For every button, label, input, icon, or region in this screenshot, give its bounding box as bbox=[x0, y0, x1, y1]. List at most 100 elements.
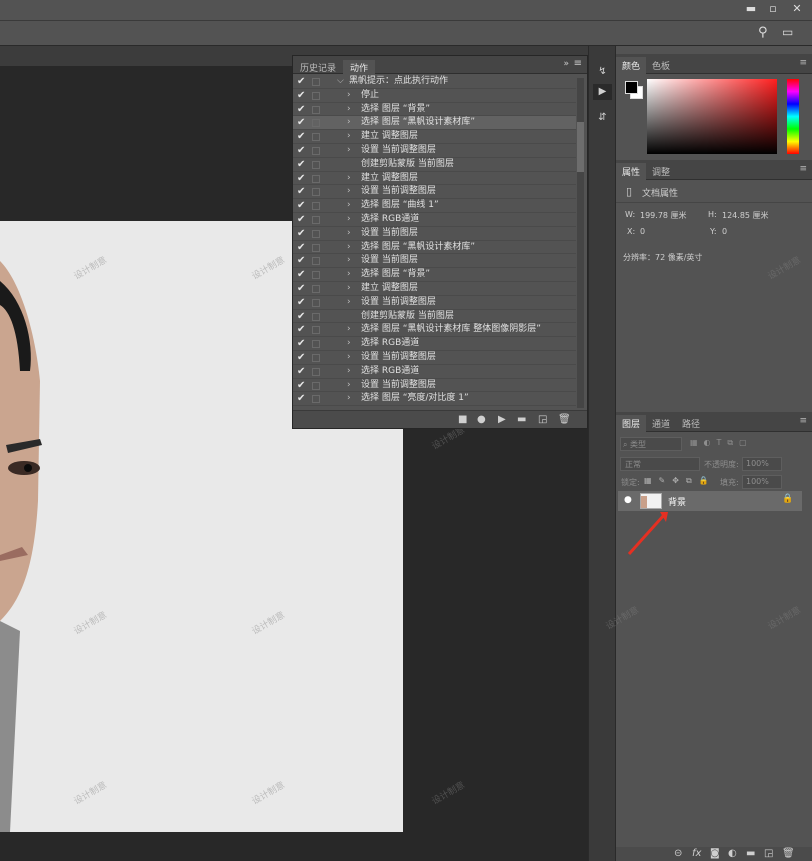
dialog-toggle[interactable] bbox=[312, 367, 320, 376]
dialog-toggle[interactable] bbox=[312, 271, 320, 280]
check-icon[interactable]: ✔ bbox=[297, 337, 305, 351]
action-step-row[interactable]: ✔ › 选择 RGB通道 bbox=[293, 337, 576, 351]
action-step-row[interactable]: ✔ 创建剪贴蒙版 当前图层 bbox=[293, 310, 576, 324]
tab-paths[interactable]: 路径 bbox=[676, 415, 706, 435]
action-step-row[interactable]: ✔ › 建立 调整图层 bbox=[293, 130, 576, 144]
height-value[interactable]: 124.85 厘米 bbox=[722, 210, 769, 221]
layer-filter-select[interactable]: ⌕ 类型 bbox=[620, 437, 682, 451]
dialog-toggle[interactable] bbox=[312, 174, 320, 183]
action-step-row[interactable]: ✔ › 设置 当前调整图层 bbox=[293, 296, 576, 310]
layer-mask-icon[interactable]: ◙ bbox=[710, 848, 720, 859]
record-icon[interactable]: ● bbox=[477, 414, 486, 425]
expand-caret-icon[interactable]: › bbox=[347, 282, 351, 296]
dialog-toggle[interactable] bbox=[312, 284, 320, 293]
dialog-toggle[interactable] bbox=[312, 257, 320, 266]
expand-caret-icon[interactable]: › bbox=[347, 254, 351, 268]
play-icon[interactable]: ▶ bbox=[498, 414, 506, 425]
new-action-icon[interactable]: ◲ bbox=[538, 414, 547, 425]
play-panel-icon[interactable]: ▶ bbox=[593, 84, 612, 100]
check-icon[interactable]: ✔ bbox=[297, 158, 305, 172]
action-step-row[interactable]: ✔ › 选择 图层 “背景” bbox=[293, 268, 576, 282]
check-icon[interactable]: ✔ bbox=[297, 199, 305, 213]
dialog-toggle[interactable] bbox=[312, 353, 320, 362]
check-icon[interactable]: ✔ bbox=[297, 89, 305, 103]
dialog-toggle[interactable] bbox=[312, 229, 320, 238]
expand-caret-icon[interactable]: ⌵ bbox=[337, 75, 344, 89]
restore-button[interactable]: ▫ bbox=[762, 2, 784, 16]
foreground-color-swatch[interactable] bbox=[625, 81, 638, 94]
check-icon[interactable]: ✔ bbox=[297, 103, 305, 117]
tab-color[interactable]: 颜色 bbox=[616, 57, 647, 77]
expand-caret-icon[interactable]: › bbox=[347, 268, 351, 282]
check-icon[interactable]: ✔ bbox=[297, 310, 305, 324]
panel-menu-icon[interactable]: ≡ bbox=[799, 416, 807, 426]
opacity-field[interactable]: 100% bbox=[742, 457, 782, 471]
check-icon[interactable]: ✔ bbox=[297, 365, 305, 379]
expand-caret-icon[interactable]: › bbox=[347, 185, 351, 199]
dialog-toggle[interactable] bbox=[312, 340, 320, 349]
tab-swatches[interactable]: 色板 bbox=[646, 57, 676, 77]
close-button[interactable]: ✕ bbox=[786, 2, 808, 16]
delete-layer-icon[interactable]: 🗑 bbox=[782, 848, 795, 859]
tab-channels[interactable]: 通道 bbox=[646, 415, 676, 435]
expand-caret-icon[interactable]: › bbox=[347, 130, 351, 144]
actions-scrollbar[interactable] bbox=[577, 78, 584, 408]
expand-caret-icon[interactable]: › bbox=[347, 392, 351, 406]
dialog-toggle[interactable] bbox=[312, 202, 320, 211]
dialog-toggle[interactable] bbox=[312, 188, 320, 197]
tab-layers[interactable]: 图层 bbox=[616, 415, 647, 435]
dialog-toggle[interactable] bbox=[312, 326, 320, 335]
minimize-button[interactable]: ▬ bbox=[740, 2, 762, 16]
check-icon[interactable]: ✔ bbox=[297, 241, 305, 255]
check-icon[interactable]: ✔ bbox=[297, 254, 305, 268]
check-icon[interactable]: ✔ bbox=[297, 323, 305, 337]
collapse-icon[interactable]: » bbox=[563, 59, 569, 69]
expand-caret-icon[interactable]: › bbox=[347, 103, 351, 117]
width-value[interactable]: 199.78 厘米 bbox=[640, 210, 687, 221]
check-icon[interactable]: ✔ bbox=[297, 116, 305, 130]
layer-row-background[interactable]: ● 背景 🔒 bbox=[618, 491, 802, 511]
dialog-toggle[interactable] bbox=[312, 243, 320, 252]
action-step-row[interactable]: ✔ › 设置 当前调整图层 bbox=[293, 379, 576, 393]
expand-caret-icon[interactable]: › bbox=[347, 323, 351, 337]
expand-caret-icon[interactable]: › bbox=[347, 296, 351, 310]
check-icon[interactable]: ✔ bbox=[297, 75, 305, 89]
expand-caret-icon[interactable]: › bbox=[347, 365, 351, 379]
check-icon[interactable]: ✔ bbox=[297, 268, 305, 282]
dialog-toggle[interactable] bbox=[312, 160, 320, 169]
check-icon[interactable]: ✔ bbox=[297, 282, 305, 296]
action-step-row[interactable]: ✔ › 设置 当前调整图层 bbox=[293, 185, 576, 200]
workspace-icon[interactable]: ▭ bbox=[782, 25, 793, 39]
action-step-row[interactable]: ✔ › 设置 当前调整图层 bbox=[293, 351, 576, 365]
link-layers-icon[interactable]: ⊝ bbox=[674, 848, 682, 859]
search-icon[interactable]: ⚲ bbox=[758, 25, 768, 40]
panel-menu-icon[interactable]: ≡ bbox=[574, 58, 582, 69]
lock-options-icons[interactable]: ▦✎✥⧉🔒 bbox=[644, 476, 716, 486]
dialog-toggle[interactable] bbox=[312, 298, 320, 307]
dialog-toggle[interactable] bbox=[312, 395, 320, 404]
check-icon[interactable]: ✔ bbox=[297, 379, 305, 393]
action-step-row[interactable]: ✔ › 选择 图层 “黑帆设计素材库” bbox=[293, 241, 576, 255]
action-set-row[interactable]: ✔ ⌵ 黑帆提示：点此执行动作 bbox=[293, 75, 576, 89]
action-step-row[interactable]: ✔ › 选择 图层 “黑帆设计素材库” bbox=[293, 116, 576, 131]
action-step-row[interactable]: ✔ › 设置 当前图层 bbox=[293, 227, 576, 241]
check-icon[interactable]: ✔ bbox=[297, 172, 305, 186]
dialog-toggle[interactable] bbox=[312, 215, 320, 224]
dialog-toggle[interactable] bbox=[312, 105, 320, 114]
expand-caret-icon[interactable]: › bbox=[347, 379, 351, 393]
action-step-row[interactable]: ✔ › 选择 图层 “背景” bbox=[293, 103, 576, 117]
action-step-row[interactable]: ✔ › 选择 RGB通道 bbox=[293, 213, 576, 227]
action-step-row[interactable]: ✔ › 建立 调整图层 bbox=[293, 172, 576, 186]
expand-caret-icon[interactable]: › bbox=[347, 116, 351, 130]
panel-menu-icon[interactable]: ≡ bbox=[799, 58, 807, 68]
adjustment-layer-icon[interactable]: ◐ bbox=[728, 848, 737, 859]
expand-caret-icon[interactable]: › bbox=[347, 144, 351, 158]
fill-field[interactable]: 100% bbox=[742, 475, 782, 489]
tab-adjustments[interactable]: 调整 bbox=[646, 163, 676, 183]
expand-caret-icon[interactable]: › bbox=[347, 199, 351, 213]
color-spectrum[interactable] bbox=[647, 79, 777, 154]
expand-caret-icon[interactable]: › bbox=[347, 337, 351, 351]
folder-icon[interactable]: ▬ bbox=[517, 414, 526, 425]
fx-icon[interactable]: fx bbox=[692, 848, 701, 859]
expand-caret-icon[interactable]: › bbox=[347, 213, 351, 227]
